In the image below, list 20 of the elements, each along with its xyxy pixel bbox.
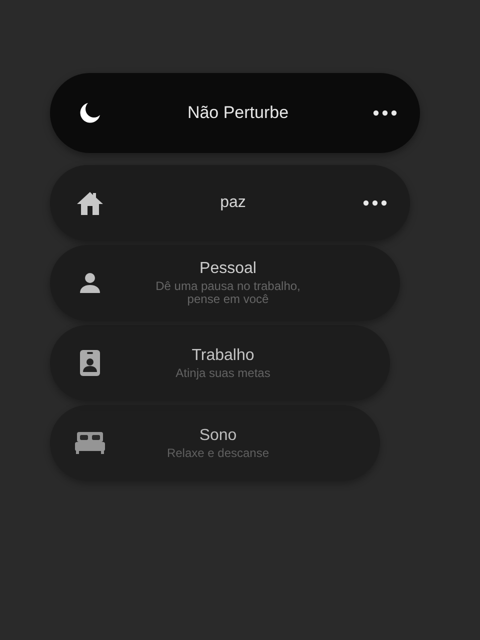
focus-mode-title: Não Perturbe <box>187 103 289 123</box>
moon-icon <box>78 101 102 125</box>
more-icon[interactable] <box>363 200 387 206</box>
more-icon[interactable] <box>373 110 397 116</box>
id-badge-icon <box>80 350 100 376</box>
focus-mode-title: Pessoal <box>200 260 256 278</box>
focus-mode-title: Trabalho <box>192 346 254 365</box>
focus-mode-item[interactable]: Sono Relaxe e descanse <box>50 405 380 481</box>
focus-mode-description: Relaxe e descanse <box>166 446 270 460</box>
bed-icon <box>75 432 105 454</box>
focus-mode-description: Dê uma pausa no trabalho, pense em você <box>154 280 302 306</box>
focus-mode-description: Atinja suas metas <box>176 366 270 380</box>
person-icon <box>79 272 101 294</box>
focus-mode-title: paz <box>220 194 246 212</box>
focus-mode-item[interactable]: Trabalho Atinja suas metas <box>50 325 390 401</box>
focus-mode-item[interactable]: Pessoal Dê uma pausa no trabalho, pense em você <box>50 245 400 321</box>
focus-mode-item[interactable]: paz <box>50 165 410 241</box>
focus-mode-title: Sono <box>199 426 237 445</box>
focus-mode-item[interactable]: Não Perturbe <box>50 73 420 153</box>
house-icon <box>76 190 104 216</box>
